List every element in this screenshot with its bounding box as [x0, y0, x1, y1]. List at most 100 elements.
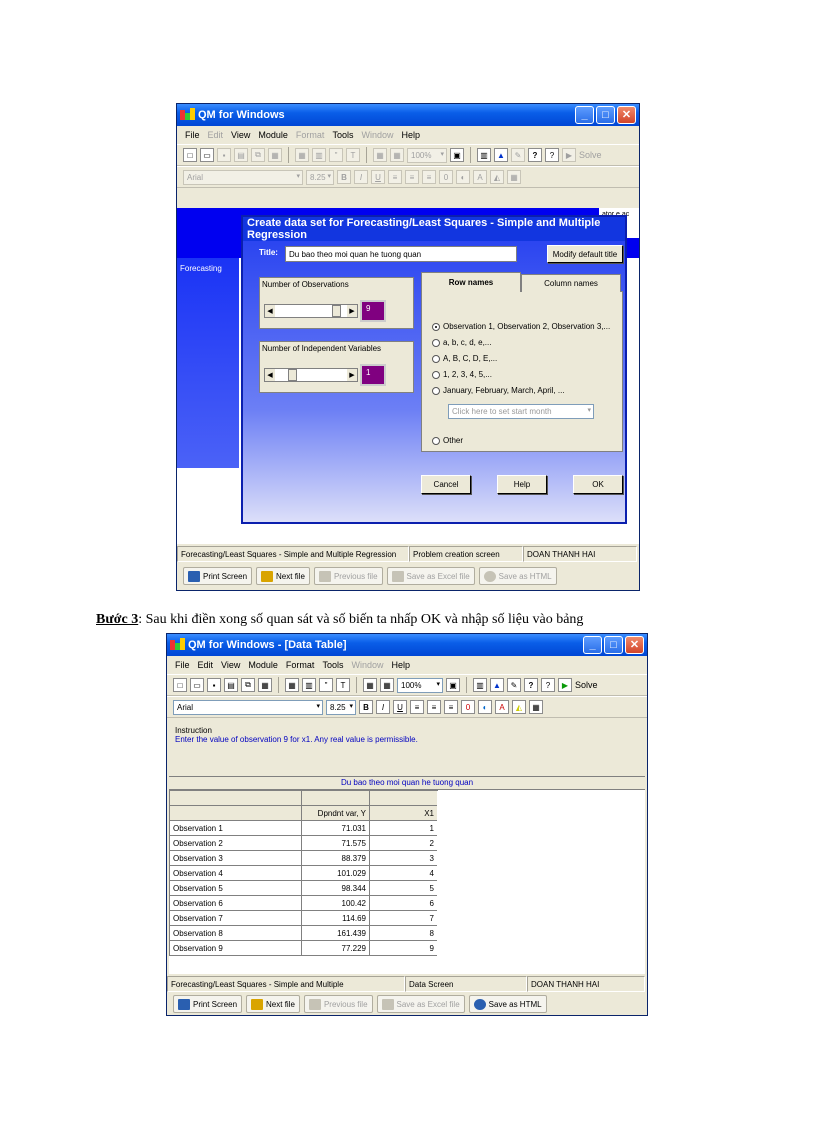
underline-icon[interactable]: U	[393, 700, 407, 714]
solve-play-icon[interactable]: ▶	[558, 678, 572, 692]
help-button[interactable]: Help	[497, 475, 547, 494]
help-cursor-icon[interactable]: ?	[524, 678, 538, 692]
triangle-icon[interactable]: ▲	[490, 678, 504, 692]
window-icon[interactable]: ▣	[450, 148, 464, 162]
title-bar[interactable]: QM for Windows - [Data Table] _ □ ✕	[167, 634, 647, 656]
ok-button[interactable]: OK	[573, 475, 623, 494]
paste-icon[interactable]: ▦	[268, 148, 282, 162]
save-excel-button[interactable]: Save as Excel file	[376, 995, 465, 1013]
close-button[interactable]: ✕	[617, 106, 636, 124]
print-screen-button[interactable]: Print Screen	[173, 995, 243, 1013]
print-icon[interactable]: ▤	[224, 678, 238, 692]
menu-format[interactable]: Format	[296, 130, 325, 140]
grid-icon[interactable]: ▦	[295, 148, 309, 162]
tmax-icon[interactable]: T	[346, 148, 360, 162]
insert-row-icon[interactable]: ▥	[302, 678, 316, 692]
chart-icon[interactable]: ▥	[473, 678, 487, 692]
align-left-icon[interactable]: ≡	[388, 170, 402, 184]
pen-icon[interactable]: ✎	[507, 678, 521, 692]
save-icon[interactable]: ▪	[207, 678, 221, 692]
menu-help[interactable]: Help	[401, 130, 420, 140]
scroll-left-icon[interactable]: ◀	[265, 369, 275, 381]
other-option[interactable]: Other	[432, 436, 463, 445]
data-cell[interactable]: 114.69	[301, 910, 370, 926]
save-html-button[interactable]: Save as HTML	[478, 567, 557, 585]
triangle-icon[interactable]: ▲	[494, 148, 508, 162]
fill-color-icon[interactable]: ◭	[512, 700, 526, 714]
menu-module[interactable]: Module	[258, 130, 288, 140]
zoom-combo[interactable]: 100% ▾	[407, 147, 447, 163]
data-cell[interactable]: 9	[369, 940, 438, 956]
bold-icon[interactable]: B	[337, 170, 351, 184]
title-bar[interactable]: QM for Windows _ □ ✕	[177, 104, 639, 126]
data-cell[interactable]: 2	[369, 835, 438, 851]
menu-file[interactable]: File	[185, 130, 200, 140]
menu-format[interactable]: Format	[286, 660, 315, 670]
data-cell[interactable]: 71.031	[301, 820, 370, 836]
new-file-icon[interactable]: □	[173, 678, 187, 692]
previous-file-button[interactable]: Previous file	[313, 567, 383, 585]
data-cell[interactable]: 101.029	[301, 865, 370, 881]
data-cell[interactable]: 8	[369, 925, 438, 941]
menu-edit[interactable]: Edit	[198, 660, 214, 670]
row-names-option[interactable]: 1, 2, 3, 4, 5,...	[432, 370, 492, 379]
border-icon[interactable]: ▦	[507, 170, 521, 184]
data-cell[interactable]: 4	[369, 865, 438, 881]
maximize-button[interactable]: □	[596, 106, 615, 124]
zoom-combo[interactable]: 100% ▾	[397, 677, 443, 693]
minimize-button[interactable]: _	[575, 106, 594, 124]
quote-icon[interactable]: "	[329, 148, 343, 162]
paste-icon[interactable]: ▦	[258, 678, 272, 692]
data-cell[interactable]: 3	[369, 850, 438, 866]
zero-icon[interactable]: 0	[439, 170, 453, 184]
row-names-option[interactable]: A, B, C, D, E,...	[432, 354, 497, 363]
independent-variables-scrollbar[interactable]: ◀ ▶	[264, 368, 358, 382]
menu-window[interactable]: Window	[361, 130, 393, 140]
fill-color-icon[interactable]: ◭	[490, 170, 504, 184]
next-file-button[interactable]: Next file	[246, 995, 300, 1013]
maximize-button[interactable]: □	[604, 636, 623, 654]
menu-file[interactable]: File	[175, 660, 190, 670]
close-button[interactable]: ✕	[625, 636, 644, 654]
copy-icon[interactable]: ⧉	[241, 678, 255, 692]
data-cell[interactable]: 88.379	[301, 850, 370, 866]
scroll-thumb[interactable]	[331, 305, 341, 317]
help-cursor-icon[interactable]: ?	[528, 148, 542, 162]
font-size-combo[interactable]: 8.25 ▾	[326, 699, 356, 715]
font-combo[interactable]: Arial ▾	[183, 169, 303, 185]
insert-row-icon[interactable]: ▥	[312, 148, 326, 162]
menu-edit[interactable]: Edit	[208, 130, 224, 140]
open-file-icon[interactable]: ▭	[190, 678, 204, 692]
cancel-button[interactable]: Cancel	[421, 475, 471, 494]
grid-icon[interactable]: ▦	[285, 678, 299, 692]
observations-scrollbar[interactable]: ◀ ▶	[264, 304, 358, 318]
menu-tools[interactable]: Tools	[332, 130, 353, 140]
table-icon[interactable]: ▦	[373, 148, 387, 162]
next-file-button[interactable]: Next file	[256, 567, 310, 585]
scroll-thumb[interactable]	[287, 369, 297, 381]
new-file-icon[interactable]: □	[183, 148, 197, 162]
menu-view[interactable]: View	[221, 660, 240, 670]
tmax-icon[interactable]: T	[336, 678, 350, 692]
data-cell[interactable]: 98.344	[301, 880, 370, 896]
row-names-option[interactable]: January, February, March, April, ...	[432, 386, 565, 395]
data-cell[interactable]: 1	[369, 820, 438, 836]
help-icon[interactable]: ?	[541, 678, 555, 692]
help-icon[interactable]: ?	[545, 148, 559, 162]
zero-icon[interactable]: 0	[461, 700, 475, 714]
border-icon[interactable]: ▦	[529, 700, 543, 714]
menu-window[interactable]: Window	[351, 660, 383, 670]
solve-label[interactable]: Solve	[579, 150, 602, 160]
data-cell[interactable]: 5	[369, 880, 438, 896]
font-size-combo[interactable]: 8.25 ▾	[306, 169, 334, 185]
data-cell[interactable]: 7	[369, 910, 438, 926]
align-left-icon[interactable]: ≡	[410, 700, 424, 714]
minimize-button[interactable]: _	[583, 636, 602, 654]
data-cell[interactable]: 6	[369, 895, 438, 911]
start-month-combo[interactable]: Click here to set start month ▾	[448, 404, 594, 419]
font-color-icon[interactable]: A	[473, 170, 487, 184]
save-excel-button[interactable]: Save as Excel file	[386, 567, 475, 585]
bold-icon[interactable]: B	[359, 700, 373, 714]
save-html-button[interactable]: Save as HTML	[468, 995, 547, 1013]
quote-icon[interactable]: "	[319, 678, 333, 692]
